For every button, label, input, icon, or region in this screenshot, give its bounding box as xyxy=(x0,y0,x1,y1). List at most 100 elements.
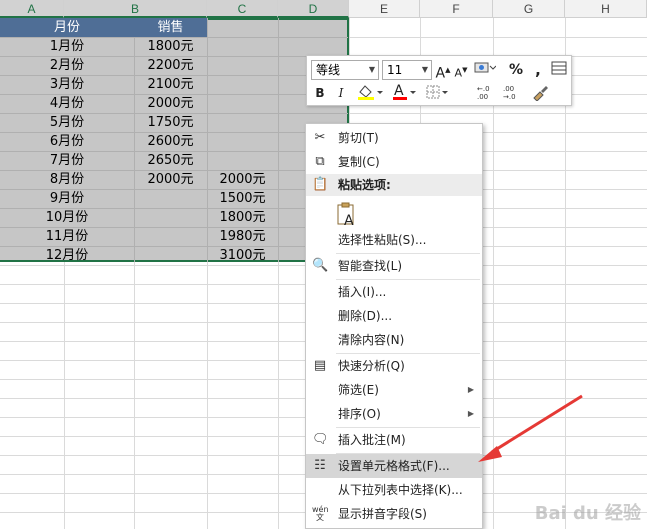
menu-item-label: 排序(O) xyxy=(338,407,381,421)
menu-item-label: 插入(I)... xyxy=(338,285,387,299)
cell-month[interactable]: 1月份 xyxy=(0,37,134,56)
cell-value-c[interactable]: 2000元 xyxy=(207,170,278,189)
column-header-a[interactable]: A xyxy=(0,0,64,18)
borders-button[interactable] xyxy=(425,83,453,103)
cell-value-c[interactable]: 1980元 xyxy=(207,227,278,246)
copy-icon: ⧉ xyxy=(315,154,325,169)
header-cell-sales[interactable]: 销售 xyxy=(134,18,207,37)
menu-item-label: 清除内容(N) xyxy=(338,333,405,347)
column-header-c[interactable]: C xyxy=(207,0,278,18)
menu-item-filter[interactable]: 筛选(E) ▶ xyxy=(306,378,482,402)
cell-sales[interactable]: 2600元 xyxy=(134,132,207,151)
scissors-icon: ✂ xyxy=(314,130,326,145)
chevron-down-icon: ▼ xyxy=(421,65,428,74)
menu-item-label: 插入批注(M) xyxy=(338,433,406,447)
menu-item-label: 复制(C) xyxy=(338,155,380,169)
menu-item-smart-lookup[interactable]: 🔍 智能查找(L) xyxy=(306,254,482,278)
shrink-font-button[interactable]: A▼ xyxy=(453,60,469,80)
italic-button[interactable]: I xyxy=(333,83,349,103)
menu-item-label: 删除(D)... xyxy=(338,309,393,323)
submenu-arrow-icon: ▶ xyxy=(467,385,474,394)
font-size-value: 11 xyxy=(387,63,403,77)
cell-sales[interactable]: 2000元 xyxy=(134,170,207,189)
column-header-e[interactable]: E xyxy=(349,0,420,18)
cell-month[interactable]: 3月份 xyxy=(0,75,134,94)
grow-font-button[interactable]: A▲ xyxy=(434,60,452,82)
cell-sales[interactable]: 2100元 xyxy=(134,75,207,94)
cell-sales[interactable]: 1750元 xyxy=(134,113,207,132)
column-header-f[interactable]: F xyxy=(420,0,493,18)
clipboard-icon: 📋 xyxy=(312,177,329,192)
format-painter-grid-button[interactable] xyxy=(550,60,568,80)
context-menu: ✂ 剪切(T) ⧉ 复制(C) 📋 粘贴选项: A 选择性粘贴(S)... 🔍 … xyxy=(305,123,483,529)
menu-item-insert-comment[interactable]: 🗨 插入批注(M) xyxy=(306,428,482,452)
font-color-button[interactable]: A xyxy=(391,83,419,103)
font-name-select[interactable]: 等线 ▼ xyxy=(311,60,379,80)
cell-month[interactable]: 8月份 xyxy=(0,170,134,189)
header-cell-month[interactable]: 月份 xyxy=(0,18,134,37)
menu-item-insert[interactable]: 插入(I)... xyxy=(306,280,482,304)
cell-sales[interactable]: 2200元 xyxy=(134,56,207,75)
menu-item-format-cells[interactable]: ☷ 设置单元格格式(F)... xyxy=(306,454,482,478)
svg-text:←.0: ←.0 xyxy=(477,85,490,93)
accounting-format-button[interactable] xyxy=(472,60,498,80)
svg-text:.00: .00 xyxy=(477,93,488,101)
menu-item-pick-from-list[interactable]: 从下拉列表中选择(K)... xyxy=(306,478,482,502)
svg-text:A: A xyxy=(344,213,354,227)
menu-item-show-phonetic[interactable]: wén 文 显示拼音字段(S) xyxy=(306,502,482,526)
column-header-b[interactable]: B xyxy=(64,0,207,18)
decrease-decimal-icon: .00 →.0 xyxy=(503,85,516,101)
border-icon xyxy=(426,85,448,99)
column-header-d[interactable]: D xyxy=(278,0,349,18)
phonetic-icon: wén 文 xyxy=(312,505,329,522)
percent-style-button[interactable]: % xyxy=(507,60,525,80)
mini-format-toolbar: 等线 ▼ 11 ▼ A▲ A▼ % , B I A ←.0 .00 .00 →.… xyxy=(306,55,572,106)
menu-item-label: 快速分析(Q) xyxy=(338,359,405,373)
cell-month[interactable]: 12月份 xyxy=(0,246,134,265)
cell-month[interactable]: 10月份 xyxy=(0,208,134,227)
menu-item-label: 智能查找(L) xyxy=(338,259,403,273)
cell-value-c[interactable]: 1800元 xyxy=(207,208,278,227)
column-header-g[interactable]: G xyxy=(493,0,565,18)
currency-icon xyxy=(474,62,497,73)
font-size-select[interactable]: 11 ▼ xyxy=(382,60,432,80)
menu-item-clear-contents[interactable]: 清除内容(N) xyxy=(306,328,482,352)
cell-value-c[interactable]: 3100元 xyxy=(207,246,278,265)
submenu-arrow-icon: ▶ xyxy=(467,409,474,418)
comma-style-button[interactable]: , xyxy=(531,60,545,80)
cell-sales[interactable]: 1800元 xyxy=(134,37,207,56)
cell-month[interactable]: 9月份 xyxy=(0,189,134,208)
bold-button[interactable]: B xyxy=(311,83,329,103)
shrink-font-label: A xyxy=(454,66,463,80)
menu-item-label: 粘贴选项: xyxy=(338,178,391,192)
menu-item-cut[interactable]: ✂ 剪切(T) xyxy=(306,126,482,150)
svg-text:→.0: →.0 xyxy=(503,93,516,101)
column-header-h[interactable]: H xyxy=(565,0,647,18)
comment-icon: 🗨 xyxy=(312,432,329,447)
cell-sales[interactable]: 2000元 xyxy=(134,94,207,113)
cell-month[interactable]: 5月份 xyxy=(0,113,134,132)
menu-item-paste-special[interactable]: 选择性粘贴(S)... xyxy=(306,228,482,252)
menu-item-sort[interactable]: 排序(O) ▶ xyxy=(306,402,482,426)
menu-item-delete[interactable]: 删除(D)... xyxy=(306,304,482,328)
increase-decimal-button[interactable]: ←.0 .00 xyxy=(475,83,497,103)
cell-month[interactable]: 6月份 xyxy=(0,132,134,151)
cell-month[interactable]: 4月份 xyxy=(0,94,134,113)
menu-item-label: 从下拉列表中选择(K)... xyxy=(338,483,463,497)
cell-sales[interactable]: 2650元 xyxy=(134,151,207,170)
menu-item-label: 筛选(E) xyxy=(338,383,379,397)
fill-color-button[interactable] xyxy=(355,83,385,103)
cell-month[interactable]: 7月份 xyxy=(0,151,134,170)
menu-item-quick-analysis[interactable]: ▤ 快速分析(Q) xyxy=(306,354,482,378)
decrease-decimal-button[interactable]: .00 →.0 xyxy=(501,83,523,103)
menu-item-label: 剪切(T) xyxy=(338,131,379,145)
cell-value-c[interactable]: 1500元 xyxy=(207,189,278,208)
cell-month[interactable]: 11月份 xyxy=(0,227,134,246)
paintbrush-icon xyxy=(533,86,548,102)
quick-analysis-icon: ▤ xyxy=(313,358,327,373)
cell-month[interactable]: 2月份 xyxy=(0,56,134,75)
format-painter-button[interactable] xyxy=(529,83,551,103)
paste-button[interactable]: A xyxy=(306,198,482,228)
paste-clipboard-icon: A xyxy=(337,202,354,227)
menu-item-copy[interactable]: ⧉ 复制(C) xyxy=(306,150,482,174)
